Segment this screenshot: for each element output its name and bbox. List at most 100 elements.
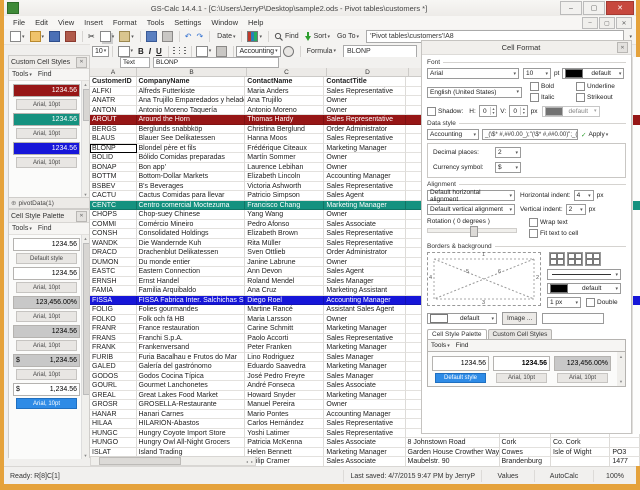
sheet-tab-pivotdata[interactable]: pivotData(1)	[18, 200, 53, 207]
grid-cell[interactable]: Sales Manager	[324, 372, 405, 382]
grid-cell[interactable]: Owner	[324, 400, 405, 410]
tools-menu[interactable]: Tools▾	[12, 71, 32, 78]
tools-menu[interactable]: Tools▾	[431, 342, 450, 349]
grid-cell[interactable]: FISSA Fabrica Inter. Salchichas S.A.	[137, 296, 246, 306]
underline-checkbox[interactable]: Underline	[576, 82, 615, 91]
grid-cell[interactable]: Marketing Manager	[324, 324, 405, 334]
grid-cell[interactable]: Order Administrator	[324, 125, 405, 135]
grid-cell[interactable]: 8 Johnstown Road	[406, 438, 500, 448]
grid-cell[interactable]: Alfreds Futterkiste	[137, 87, 246, 97]
grid-cell[interactable]: Eastern Connection	[137, 267, 246, 277]
style-label[interactable]: Arial, 10pt	[16, 157, 77, 168]
grid-cell[interactable]: Sales Representative	[324, 87, 405, 97]
grid-cell[interactable]: HANAR	[90, 410, 137, 420]
grid-cell[interactable]: Chop-suey Chinese	[137, 210, 246, 220]
grid-cell[interactable]: CustomerID	[90, 77, 137, 87]
open-file-button[interactable]: ▾	[28, 31, 47, 43]
grid-cell[interactable]: Maubelstr. 90	[406, 457, 500, 466]
grid-cell[interactable]: Godos Cocina Típica	[137, 372, 246, 382]
grid-cell[interactable]: Howard Snyder	[245, 391, 324, 401]
grid-cell[interactable]: B's Beverages	[137, 182, 246, 192]
grid-cell[interactable]: ContactTitle	[324, 77, 405, 87]
grid-cell[interactable]: BSBEV	[90, 182, 137, 192]
data-style-select[interactable]: Accounting▾	[427, 129, 479, 140]
vertical-alignment-select[interactable]: Default vertical alignment▾	[427, 204, 515, 215]
v-indent-select[interactable]: 2▾	[566, 204, 586, 215]
grid-cell[interactable]: Marketing Manager	[324, 362, 405, 372]
status-values[interactable]: Values	[481, 470, 534, 482]
grid-cell[interactable]: Frédérique Citeaux	[245, 144, 324, 154]
grid-cell[interactable]: Owner	[324, 258, 405, 268]
grid-cell[interactable]: Marketing Manager	[324, 343, 405, 353]
grid-cell[interactable]: Sales Manager	[324, 277, 405, 287]
grid-cell[interactable]: Die Wandernde Kuh	[137, 239, 246, 249]
grid-cell[interactable]: HUNGC	[90, 429, 137, 439]
mdi-minimize-button[interactable]: –	[582, 17, 598, 29]
grid-cell[interactable]: Philip Cramer	[245, 457, 324, 466]
menu-window[interactable]: Window	[206, 18, 243, 27]
grid-cell[interactable]: Bólido Comidas preparadas	[137, 153, 246, 163]
borders-button[interactable]: ▾	[194, 45, 214, 57]
border-preview[interactable]: 1 2 3 4 5 6	[427, 252, 541, 306]
grid-cell[interactable]: Bottom-Dollar Markets	[137, 172, 246, 182]
style-label[interactable]: Default style	[435, 373, 486, 383]
column-header-D[interactable]: D	[327, 68, 409, 77]
shadow-h-spinner[interactable]: 0▲▼	[479, 105, 497, 117]
style-label[interactable]: Arial, 10pt	[16, 398, 77, 409]
grid-cell[interactable]: Christina Berglund	[245, 125, 324, 135]
style-swatch-item[interactable]: 1234.56Arial, 10pt	[13, 267, 80, 293]
grid-cell[interactable]: Patricio Simpson	[245, 191, 324, 201]
h-indent-select[interactable]: 4▾	[574, 190, 594, 201]
image-path-input[interactable]	[542, 313, 604, 324]
cell-content-box[interactable]: BLONP	[153, 57, 279, 68]
find-button[interactable]: Find	[38, 225, 52, 232]
column-header-A[interactable]: A	[90, 68, 137, 77]
workbook-view-button[interactable]	[144, 31, 159, 43]
grid-cell[interactable]: Folies gourmandes	[137, 305, 246, 315]
number-format-select[interactable]: Accounting▾	[236, 46, 280, 57]
custom-styles-scrollbar[interactable]: ▲ ▼	[81, 81, 89, 198]
grid-cell[interactable]: Owner	[324, 315, 405, 325]
grid-cell[interactable]: Laurence Lebihan	[245, 163, 324, 173]
menu-insert[interactable]: Insert	[79, 18, 108, 27]
align-left-icon[interactable]	[173, 47, 175, 55]
grid-cell[interactable]: Sales Associate	[324, 438, 405, 448]
grid-cell[interactable]: Owner	[324, 96, 405, 106]
rotation-slider[interactable]	[427, 228, 517, 233]
grid-cell[interactable]: Sales Representative	[324, 239, 405, 249]
mdi-close-button[interactable]: ✕	[616, 17, 632, 29]
grid-cell[interactable]: Ana Cruz	[245, 286, 324, 296]
grid-cell[interactable]: Accounting Manager	[324, 410, 405, 420]
grid-cell[interactable]: Patricia McKenna	[245, 438, 324, 448]
grid-cell[interactable]: Blondel père et fils	[137, 144, 246, 154]
tab-cell-style-palette[interactable]: Cell Style Palette	[427, 329, 487, 339]
grid-cell[interactable]: Roland Mendel	[245, 277, 324, 287]
percent-button[interactable]	[281, 45, 296, 57]
grid-cell[interactable]: Co. Cork	[551, 438, 610, 448]
palette-scrollbar[interactable]: ▲ ▼	[81, 235, 89, 459]
grid-cell[interactable]: Sales Agent	[324, 267, 405, 277]
grid-cell[interactable]: José Pedro Freyre	[245, 372, 324, 382]
tab-custom-cell-styles[interactable]: Custom Cell Styles	[488, 329, 553, 339]
shadow-v-spinner[interactable]: 0▲▼	[509, 105, 527, 117]
grid-cell[interactable]: Yoshi Latimer	[245, 429, 324, 439]
grid-cell[interactable]: Around the Horn	[137, 115, 246, 125]
grid-cell[interactable]: France restauration	[137, 324, 246, 334]
close-panel-icon[interactable]: ✕	[76, 211, 87, 222]
style-swatch-item[interactable]: 1234.56Arial, 10pt	[13, 84, 80, 110]
shadow-checkbox[interactable]: Shadow:	[427, 107, 463, 116]
grid-cell[interactable]: ContactName	[245, 77, 324, 87]
grid-cell[interactable]: FOLIG	[90, 305, 137, 315]
grid-cell[interactable]: GODOS	[90, 372, 137, 382]
grid-cell[interactable]: FRANR	[90, 324, 137, 334]
cut-button[interactable]: ✂	[86, 31, 97, 43]
italic-button[interactable]: I	[147, 45, 153, 57]
grid-cell[interactable]: BONAP	[90, 163, 137, 173]
grid-cell[interactable]: FOLKO	[90, 315, 137, 325]
grid-cell[interactable]: Ernst Handel	[137, 277, 246, 287]
formula-input[interactable]: BLONP	[343, 45, 417, 58]
grid-cell[interactable]: Drachenblut Delikatessen	[137, 248, 246, 258]
italic-checkbox[interactable]: Italic	[530, 93, 570, 102]
grid-cell[interactable]: DUMON	[90, 258, 137, 268]
close-panel-icon[interactable]: ✕	[617, 42, 628, 53]
